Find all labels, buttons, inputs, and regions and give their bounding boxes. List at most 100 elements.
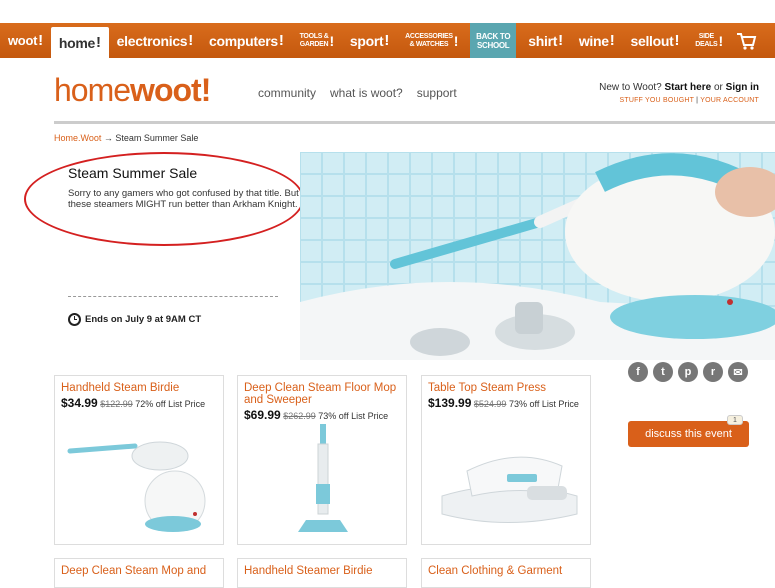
- header-divider: [54, 121, 775, 124]
- breadcrumb-current: Steam Summer Sale: [115, 133, 199, 143]
- list-price: $122.99: [100, 399, 133, 409]
- nav-back-to-label: BACK TO: [476, 31, 511, 41]
- product-price: $69.99 $262.99 73% off List Price: [238, 406, 406, 422]
- stuff-you-bought-link[interactable]: STUFF YOU BOUGHT: [619, 97, 694, 104]
- nav-electronics-label: electronics: [116, 32, 188, 49]
- nav-bang: !: [674, 32, 680, 49]
- home-woot-logo[interactable]: homewoot!: [54, 72, 211, 109]
- account-box: New to Woot? Start here or Sign in STUFF…: [599, 82, 759, 104]
- clock-icon: [68, 313, 81, 326]
- nav-computers-label: computers: [209, 32, 278, 49]
- product-name[interactable]: Handheld Steamer Birdie: [238, 559, 406, 577]
- breadcrumb: Home.Woot → Steam Summer Sale: [54, 133, 198, 143]
- nav-what-is-woot[interactable]: what is woot?: [330, 86, 403, 100]
- hero-image: [300, 152, 775, 360]
- product-card[interactable]: Deep Clean Steam Floor Mop and Sweeper $…: [237, 375, 407, 545]
- steam-mop-image: [298, 424, 348, 532]
- sign-in-link[interactable]: Sign in: [726, 82, 759, 93]
- nav-tools-garden[interactable]: TOOLS & GARDEN !: [292, 23, 342, 58]
- breadcrumb-home-link[interactable]: Home.Woot: [54, 133, 101, 143]
- reddit-icon[interactable]: r: [703, 362, 723, 382]
- highlight-circle: [24, 152, 304, 246]
- nav-woot-label: woot: [8, 33, 38, 48]
- facebook-icon[interactable]: f: [628, 362, 648, 382]
- product-name[interactable]: Handheld Steam Birdie: [55, 376, 223, 394]
- list-price: $262.99: [283, 411, 316, 421]
- product-price: $139.99 $524.99 73% off List Price: [422, 394, 590, 410]
- nav-watches-label: & WATCHES: [409, 40, 449, 48]
- nav-accessories-watches[interactable]: ACCESSORIES & WATCHES !: [397, 23, 466, 58]
- nav-bang: !: [384, 32, 390, 49]
- nav-sellout-label: sellout: [630, 32, 674, 49]
- nav-back-to-school[interactable]: BACK TO SCHOOL: [470, 23, 517, 58]
- product-card[interactable]: Handheld Steamer Birdie: [237, 558, 407, 588]
- nav-woot[interactable]: woot!: [0, 23, 51, 58]
- nav-deals-label: DEALS: [695, 40, 718, 48]
- list-price: $524.99: [473, 399, 507, 409]
- sale-price: $34.99: [61, 396, 98, 410]
- discount-text: 73% off List Price: [318, 411, 389, 421]
- nav-computers[interactable]: computers!: [201, 23, 292, 58]
- pinterest-icon[interactable]: p: [678, 362, 698, 382]
- nav-wine-label: wine: [578, 32, 609, 49]
- sale-price: $139.99: [428, 396, 472, 410]
- nav-community[interactable]: community: [258, 86, 316, 100]
- discount-text: 73% off List Price: [508, 399, 579, 409]
- nav-bang: !: [453, 32, 459, 49]
- account-prefix: New to Woot?: [599, 82, 662, 93]
- cart-icon[interactable]: [735, 30, 757, 52]
- nav-bang: !: [329, 32, 334, 49]
- nav-garden-label: GARDEN: [299, 40, 329, 48]
- nav-shirt[interactable]: shirt!: [520, 23, 571, 58]
- nav-school-label: SCHOOL: [476, 40, 510, 50]
- nav-sport[interactable]: sport!: [342, 23, 397, 58]
- sale-ends-text: Ends on July 9 at 9AM CT: [85, 314, 202, 325]
- product-name[interactable]: Deep Clean Steam Floor Mop and Sweeper: [238, 376, 406, 406]
- sale-price: $69.99: [244, 408, 281, 422]
- email-icon[interactable]: ✉: [728, 362, 748, 382]
- nav-side-deals[interactable]: SIDE DEALS !: [687, 23, 731, 58]
- nav-bang: !: [188, 32, 193, 49]
- account-or: or: [713, 82, 723, 93]
- nav-bang: !: [718, 32, 723, 49]
- nav-sellout[interactable]: sellout!: [622, 23, 687, 58]
- sale-ends: Ends on July 9 at 9AM CT: [68, 313, 201, 326]
- discuss-event-button[interactable]: discuss this event 1: [628, 415, 749, 447]
- nav-home[interactable]: home!: [50, 27, 109, 58]
- steam-press-image: [441, 456, 578, 523]
- product-name[interactable]: Clean Clothing & Garment: [422, 559, 590, 577]
- hero-steamer-illustration: [300, 152, 775, 360]
- discuss-label: discuss this event: [645, 428, 732, 440]
- nav-bang: !: [558, 32, 563, 49]
- nav-shirt-label: shirt: [528, 32, 558, 49]
- product-card[interactable]: Deep Clean Steam Mop and: [54, 558, 224, 588]
- your-account-link[interactable]: YOUR ACCOUNT: [700, 97, 759, 104]
- nav-bang: !: [609, 32, 615, 49]
- product-card[interactable]: Table Top Steam Press $139.99 $524.99 73…: [421, 375, 591, 545]
- start-here-link[interactable]: Start here: [665, 82, 712, 93]
- nav-electronics[interactable]: electronics!: [109, 23, 201, 58]
- nav-side-label: SIDE: [698, 32, 714, 40]
- nav-accessories-label: ACCESSORIES: [405, 32, 453, 40]
- nav-tools-label: TOOLS &: [299, 32, 329, 40]
- nav-wine[interactable]: wine!: [571, 23, 623, 58]
- nav-bang: !: [278, 32, 284, 49]
- nav-bang: !: [95, 34, 101, 51]
- account-separator: |: [696, 97, 699, 104]
- social-share-bar: f t p r ✉: [628, 362, 748, 382]
- nav-home-label: home: [58, 34, 95, 51]
- dotted-divider: [68, 296, 278, 297]
- nav-support[interactable]: support: [417, 86, 457, 100]
- product-name[interactable]: Table Top Steam Press: [422, 376, 590, 394]
- product-card[interactable]: Handheld Steam Birdie $34.99 $122.99 72%…: [54, 375, 224, 545]
- comment-count-badge: 1: [727, 415, 743, 425]
- product-price: $34.99 $122.99 72% off List Price: [55, 394, 223, 410]
- nav-bang: !: [38, 32, 43, 49]
- discount-text: 72% off List Price: [135, 399, 206, 409]
- nav-sport-label: sport: [349, 32, 384, 49]
- logo-home-text: home: [54, 72, 131, 108]
- steamer-birdie-image: [67, 441, 206, 532]
- product-name[interactable]: Deep Clean Steam Mop and: [55, 559, 223, 577]
- twitter-icon[interactable]: t: [653, 362, 673, 382]
- product-card[interactable]: Clean Clothing & Garment: [421, 558, 591, 588]
